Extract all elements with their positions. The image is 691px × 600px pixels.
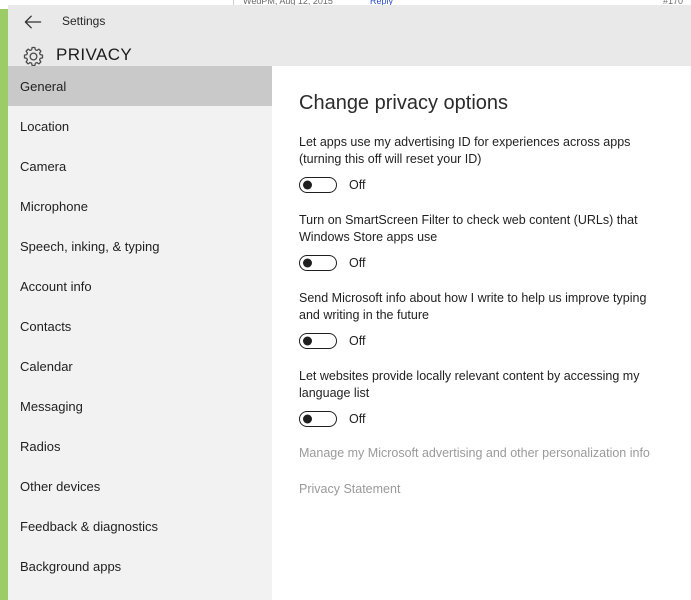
- sidebar-item-location[interactable]: Location: [8, 106, 272, 146]
- toggle-state-label: Off: [349, 412, 366, 426]
- sidebar-item-radios[interactable]: Radios: [8, 426, 272, 466]
- settings-content-pane: Change privacy options Let apps use my a…: [272, 66, 691, 600]
- setting-language-list: Let websites provide locally relevant co…: [299, 368, 671, 427]
- setting-toggle-row: Off: [299, 177, 671, 193]
- privacy-settings-list: Let apps use my advertising ID for exper…: [299, 134, 671, 496]
- app-title: Settings: [62, 14, 106, 28]
- settings-window: Settings PRIVACY General Location Camera…: [8, 5, 691, 600]
- sidebar-item-general[interactable]: General: [8, 66, 272, 106]
- setting-advertising-id: Let apps use my advertising ID for exper…: [299, 134, 671, 193]
- setting-toggle-row: Off: [299, 411, 671, 427]
- sidebar-item-messaging[interactable]: Messaging: [8, 386, 272, 426]
- advertising-id-toggle[interactable]: [299, 177, 337, 193]
- sidebar-item-calendar[interactable]: Calendar: [8, 346, 272, 386]
- manage-advertising-info-link[interactable]: Manage my Microsoft advertising and othe…: [299, 446, 671, 460]
- toggle-knob: [303, 336, 312, 346]
- setting-label: Send Microsoft info about how I write to…: [299, 291, 647, 322]
- sidebar-item-label: Background apps: [20, 558, 122, 574]
- sidebar-item-label: Messaging: [20, 398, 83, 414]
- toggle-state-label: Off: [349, 334, 366, 348]
- setting-toggle-row: Off: [299, 333, 671, 349]
- toggle-knob: [303, 258, 312, 268]
- back-arrow-icon: [24, 15, 42, 29]
- toggle-state-label: Off: [349, 256, 366, 270]
- sidebar-item-label: Radios: [20, 438, 61, 454]
- settings-titlebar: Settings PRIVACY: [8, 5, 691, 66]
- sidebar-item-background-apps[interactable]: Background apps: [8, 546, 272, 586]
- language-list-toggle[interactable]: [299, 411, 337, 427]
- sidebar-item-microphone[interactable]: Microphone: [8, 186, 272, 226]
- sidebar-item-speech-inking-typing[interactable]: Speech, inking, & typing: [8, 226, 272, 266]
- sidebar-item-account-info[interactable]: Account info: [8, 266, 272, 306]
- privacy-statement-link[interactable]: Privacy Statement: [299, 482, 671, 496]
- toggle-state-label: Off: [349, 178, 366, 192]
- sidebar-item-label: Other devices: [20, 478, 101, 494]
- settings-sidebar: General Location Camera Microphone Speec…: [8, 66, 272, 600]
- setting-smartscreen-filter: Turn on SmartScreen Filter to check web …: [299, 212, 671, 271]
- sidebar-item-label: Microphone: [20, 198, 88, 214]
- setting-label: Let apps use my advertising ID for exper…: [299, 135, 631, 166]
- setting-toggle-row: Off: [299, 255, 671, 271]
- sidebar-item-label: Location: [20, 118, 70, 134]
- toggle-knob: [303, 180, 312, 190]
- sidebar-item-label: Calendar: [20, 358, 73, 374]
- sidebar-item-label: Camera: [20, 158, 67, 174]
- setting-label: Turn on SmartScreen Filter to check web …: [299, 213, 638, 244]
- toggle-knob: [303, 414, 312, 424]
- screen-root: WedPM, Aug 12, 2015 Reply #170 Settings: [0, 0, 691, 600]
- setting-typing-writing-info: Send Microsoft info about how I write to…: [299, 290, 671, 349]
- sidebar-item-label: General: [20, 78, 67, 94]
- sidebar-item-contacts[interactable]: Contacts: [8, 306, 272, 346]
- sidebar-item-other-devices[interactable]: Other devices: [8, 466, 272, 506]
- sidebar-item-camera[interactable]: Camera: [8, 146, 272, 186]
- sidebar-item-label: Contacts: [20, 318, 72, 334]
- smartscreen-filter-toggle[interactable]: [299, 255, 337, 271]
- sidebar-item-label: Speech, inking, & typing: [20, 238, 160, 254]
- page-title: PRIVACY: [56, 45, 133, 64]
- sidebar-item-label: Feedback & diagnostics: [20, 518, 159, 534]
- sidebar-item-feedback-diagnostics[interactable]: Feedback & diagnostics: [8, 506, 272, 546]
- back-button[interactable]: [16, 7, 50, 37]
- typing-writing-info-toggle[interactable]: [299, 333, 337, 349]
- setting-label: Let websites provide locally relevant co…: [299, 369, 640, 400]
- sidebar-item-label: Account info: [20, 278, 92, 294]
- content-heading: Change privacy options: [299, 92, 509, 114]
